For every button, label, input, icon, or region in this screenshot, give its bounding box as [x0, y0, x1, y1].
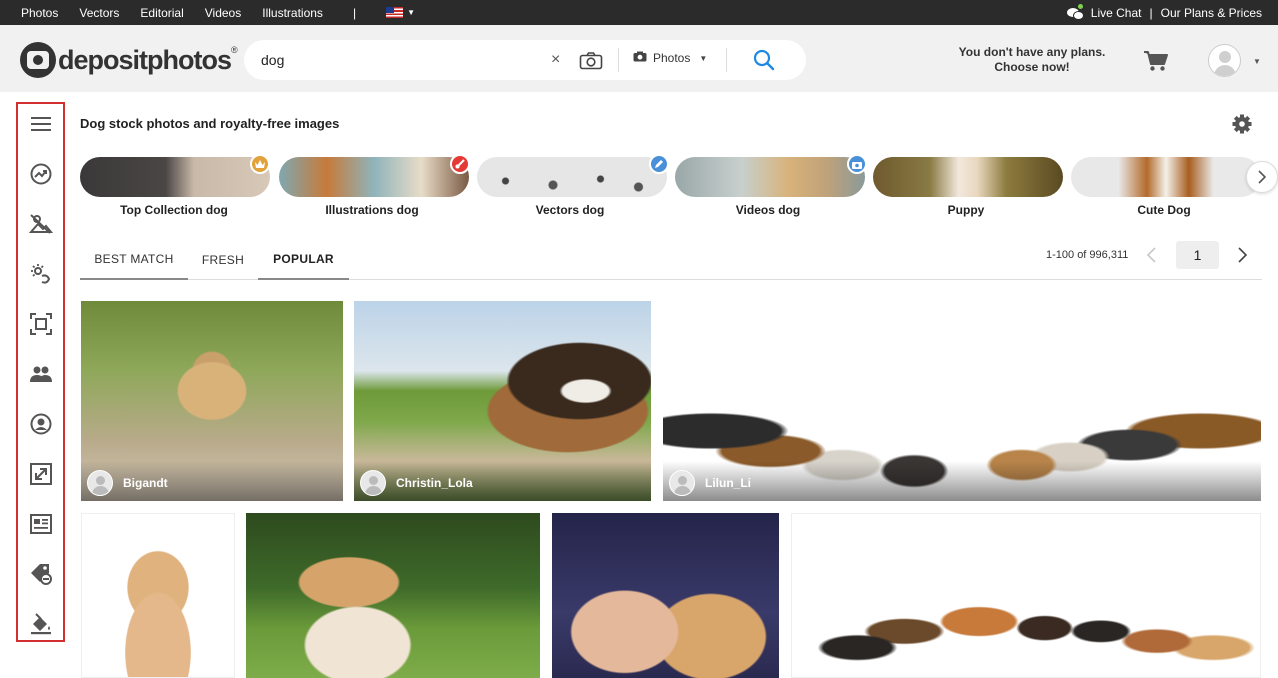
pen-icon: [649, 154, 669, 174]
search-bar: × Photos ▼: [244, 40, 806, 80]
chevron-down-icon[interactable]: ▼: [407, 8, 415, 17]
crop-frame-icon[interactable]: [28, 311, 53, 336]
camera-logo-icon: [20, 42, 56, 78]
photo-tile[interactable]: Christin_Lola: [354, 301, 651, 501]
category-top-collection[interactable]: [80, 157, 270, 197]
search-divider: [726, 48, 727, 72]
camera-icon: [633, 51, 647, 65]
category-illustrations[interactable]: [279, 157, 469, 197]
photo-tile[interactable]: [791, 513, 1261, 678]
trending-icon[interactable]: [28, 161, 53, 186]
category-label[interactable]: Top Collection dog: [79, 203, 269, 217]
avatar[interactable]: [1208, 44, 1241, 77]
author-name: Lilun_Li: [705, 476, 751, 490]
no-background-icon[interactable]: [28, 211, 53, 236]
chevron-down-icon: ▼: [699, 53, 708, 63]
no-plans-notice[interactable]: You don't have any plans. Choose now!: [948, 45, 1116, 75]
photo-author[interactable]: Lilun_Li: [669, 470, 751, 496]
tab-best-match[interactable]: BEST MATCH: [80, 239, 188, 280]
results-count: 1-100 of 996,311: [1046, 249, 1129, 261]
author-avatar: [669, 470, 695, 496]
category-label[interactable]: Videos dog: [673, 203, 863, 217]
photo-author[interactable]: Bigandt: [87, 470, 168, 496]
nav-illustrations[interactable]: Illustrations: [262, 6, 323, 20]
menu-icon[interactable]: [28, 111, 53, 136]
top-pipe: |: [1149, 5, 1153, 20]
search-by-image-icon[interactable]: [579, 52, 603, 75]
no-plans-line1: You don't have any plans.: [958, 45, 1106, 59]
magic-edit-icon[interactable]: [28, 261, 53, 286]
expand-icon[interactable]: [28, 461, 53, 486]
gear-icon[interactable]: [1232, 114, 1252, 139]
content-type-select[interactable]: Photos ▼: [633, 51, 707, 65]
author-avatar: [87, 470, 113, 496]
category-cute-dog[interactable]: [1071, 157, 1261, 197]
category-videos[interactable]: [675, 157, 865, 197]
photo-tile[interactable]: [81, 513, 235, 678]
live-chat-link[interactable]: Live Chat: [1091, 6, 1142, 20]
logo[interactable]: depositphotos ®: [20, 42, 238, 78]
author-avatar: [360, 470, 386, 496]
top-right: Live Chat | Our Plans & Prices: [1066, 0, 1262, 25]
chevron-right-icon[interactable]: [1238, 247, 1248, 268]
chat-icon[interactable]: [1066, 3, 1085, 20]
category-label[interactable]: Puppy: [871, 203, 1061, 217]
top-bar: Photos Vectors Editorial Videos Illustra…: [0, 0, 1278, 25]
top-nav: Photos Vectors Editorial Videos Illustra…: [0, 0, 415, 25]
tab-fresh[interactable]: FRESH: [188, 239, 258, 280]
nav-videos[interactable]: Videos: [205, 6, 241, 20]
search-divider: [618, 48, 619, 72]
tab-popular[interactable]: POPULAR: [258, 239, 349, 280]
content-type-label: Photos: [653, 51, 691, 65]
photo-tile[interactable]: [246, 513, 540, 678]
user-circle-icon[interactable]: [28, 411, 53, 436]
crown-icon: [250, 154, 270, 174]
photo-shade: [663, 461, 1261, 501]
search-icon[interactable]: [753, 49, 775, 76]
nav-vectors[interactable]: Vectors: [79, 6, 119, 20]
brush-icon: [450, 154, 470, 174]
category-label[interactable]: Cute Dog: [1069, 203, 1259, 217]
photo-tile[interactable]: Lilun_Li: [663, 301, 1261, 501]
us-flag-icon[interactable]: [386, 7, 404, 18]
photo-tile[interactable]: [552, 513, 779, 678]
chevron-down-icon[interactable]: ▼: [1253, 57, 1261, 66]
category-vectors[interactable]: [477, 157, 667, 197]
paint-bucket-icon[interactable]: [28, 611, 53, 636]
logo-registered-mark: ®: [230, 45, 238, 55]
cart-icon[interactable]: [1143, 50, 1169, 77]
sidebar: [16, 102, 65, 642]
chevron-left-icon[interactable]: [1146, 247, 1156, 268]
category-label[interactable]: Illustrations dog: [277, 203, 467, 217]
logo-text: depositphotos: [58, 44, 232, 75]
nav-editorial[interactable]: Editorial: [140, 6, 183, 20]
page-title: Dog stock photos and royalty-free images: [80, 116, 340, 131]
photo-tile[interactable]: Bigandt: [81, 301, 343, 501]
chevron-right-icon[interactable]: [1246, 161, 1278, 193]
category-puppy[interactable]: [873, 157, 1063, 197]
author-name: Bigandt: [123, 476, 168, 490]
no-plans-line2: Choose now!: [994, 60, 1070, 74]
camera-icon: [847, 154, 867, 174]
category-label[interactable]: Vectors dog: [475, 203, 665, 217]
author-name: Christin_Lola: [396, 476, 473, 490]
clear-search-icon[interactable]: ×: [551, 51, 560, 69]
nav-photos[interactable]: Photos: [21, 6, 58, 20]
page-number-input[interactable]: [1176, 241, 1219, 269]
search-input[interactable]: [261, 50, 531, 70]
article-icon[interactable]: [28, 511, 53, 536]
plans-prices-link[interactable]: Our Plans & Prices: [1161, 6, 1262, 20]
people-icon[interactable]: [28, 361, 53, 386]
photo-author[interactable]: Christin_Lola: [360, 470, 473, 496]
nav-separator: |: [352, 5, 357, 20]
header: depositphotos ® × Photos ▼ You don't hav…: [0, 25, 1278, 92]
sale-tag-icon[interactable]: [28, 561, 53, 586]
